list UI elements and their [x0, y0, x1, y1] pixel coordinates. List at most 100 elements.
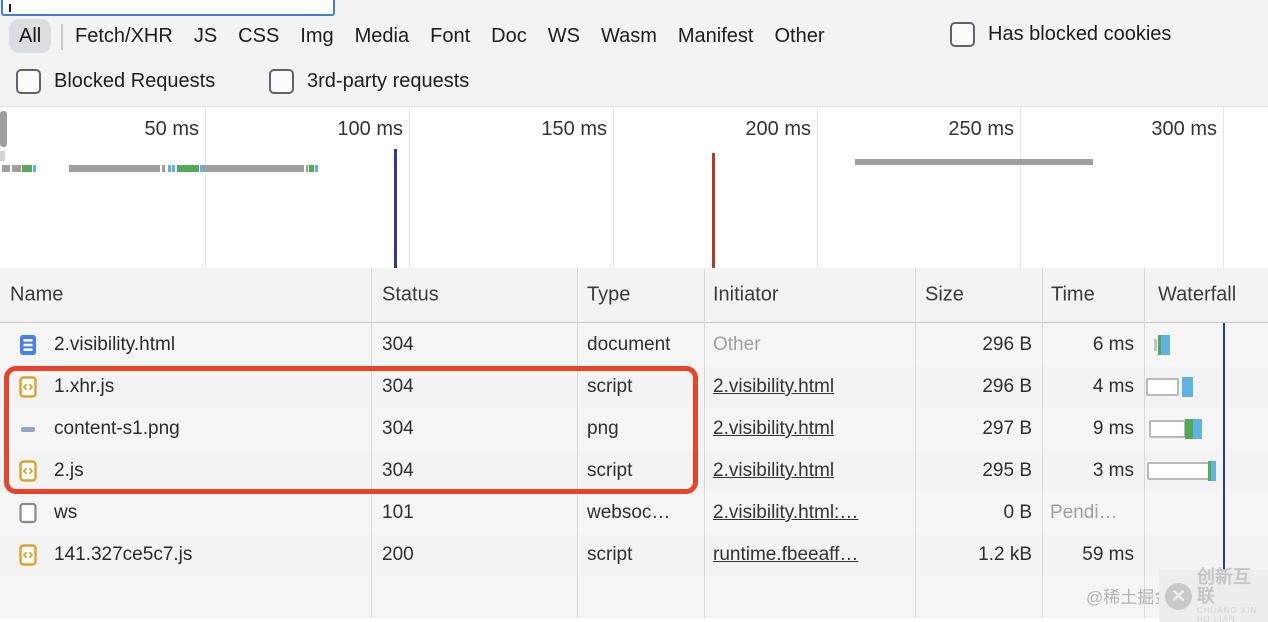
domcontentloaded-marker	[394, 149, 397, 268]
overview-drag-handle[interactable]	[0, 111, 7, 147]
filter-other[interactable]: Other	[774, 25, 824, 48]
filter-wasm[interactable]: Wasm	[601, 25, 657, 48]
empty-table-stripe	[0, 576, 1268, 618]
filter-font[interactable]: Font	[430, 25, 470, 48]
request-type: document	[587, 334, 670, 356]
network-activity-bar	[22, 165, 32, 172]
filter-css[interactable]: CSS	[238, 25, 279, 48]
table-row[interactable]: 2.visibility.html 304 document Other 296…	[0, 324, 1268, 366]
filter-all[interactable]: All	[9, 19, 51, 53]
table-header: Name Status Type Initiator Size Time Wat…	[0, 268, 1268, 323]
request-name: 141.327ce5c7.js	[54, 544, 192, 566]
filter-img[interactable]: Img	[300, 25, 333, 48]
network-activity-bar	[203, 165, 304, 172]
network-activity-bar	[306, 165, 308, 172]
network-activity-bar	[12, 165, 21, 172]
overview-drag-handle-small	[0, 151, 5, 161]
gridline-150ms	[613, 107, 614, 268]
websocket-icon	[19, 502, 37, 524]
gridline-250ms	[1020, 107, 1021, 268]
waterfall-dcl-line	[1223, 323, 1225, 576]
network-activity-bar	[315, 165, 318, 172]
script-icon	[19, 544, 37, 566]
has-blocked-cookies-checkbox[interactable]	[950, 22, 975, 47]
waterfall-bar	[1182, 377, 1193, 397]
request-size: 297 B	[915, 418, 1032, 440]
network-panel: All Fetch/XHR JS CSS Img Media Font Doc …	[0, 0, 1268, 622]
blocked-requests-group: Blocked Requests	[16, 69, 215, 94]
request-initiator: Other	[713, 334, 909, 356]
watermark-logo: ✕ 创新互联 CHUANG XIN HU LIAN	[1159, 570, 1268, 622]
tick-label: 300 ms	[1151, 118, 1217, 141]
overview-timeline[interactable]: 50 ms 100 ms 150 ms 200 ms 250 ms 300 ms	[0, 106, 1268, 269]
waterfall-bar	[1146, 378, 1179, 396]
gridline-50ms	[205, 107, 206, 268]
waterfall-bar	[1193, 419, 1202, 439]
column-header-time[interactable]: Time	[1051, 284, 1095, 307]
request-size: 0 B	[915, 502, 1032, 524]
request-initiator-link[interactable]: 2.visibility.html	[713, 418, 909, 440]
watermark-logo-icon: ✕	[1165, 583, 1192, 610]
request-time: 59 ms	[1050, 544, 1134, 566]
column-divider[interactable]	[1144, 268, 1145, 618]
filter-input[interactable]	[1, 0, 335, 16]
table-row[interactable]: ws 101 websoc… 2.visibility.html:… 0 B P…	[0, 492, 1268, 534]
third-party-requests-checkbox[interactable]	[269, 69, 294, 94]
waterfall-bar	[1211, 461, 1216, 481]
column-header-size[interactable]: Size	[925, 284, 964, 307]
text-caret	[9, 4, 11, 12]
network-activity-bar	[309, 165, 314, 172]
column-header-initiator[interactable]: Initiator	[713, 284, 779, 307]
request-type: websoc…	[587, 502, 670, 524]
filter-fetch-xhr[interactable]: Fetch/XHR	[75, 25, 173, 48]
network-activity-bar	[855, 159, 1093, 165]
request-initiator-link[interactable]: 2.visibility.html:…	[713, 502, 909, 524]
request-type: script	[587, 544, 632, 566]
column-header-waterfall[interactable]: Waterfall	[1158, 284, 1236, 307]
empty-table-area	[0, 618, 1268, 622]
column-header-type[interactable]: Type	[587, 284, 630, 307]
request-time: 9 ms	[1050, 418, 1134, 440]
request-name: 2.visibility.html	[54, 334, 175, 356]
filter-ws[interactable]: WS	[548, 25, 580, 48]
column-divider[interactable]	[1042, 268, 1043, 618]
request-time: 4 ms	[1050, 376, 1134, 398]
network-activity-bar	[33, 165, 36, 172]
document-icon	[19, 334, 37, 356]
filter-js[interactable]: JS	[194, 25, 217, 48]
tick-label: 100 ms	[337, 118, 403, 141]
tick-label: 250 ms	[948, 118, 1014, 141]
has-blocked-cookies-label: Has blocked cookies	[988, 23, 1171, 46]
waterfall-bar	[1147, 462, 1210, 480]
table-row[interactable]: 141.327ce5c7.js 200 script runtime.fbeea…	[0, 534, 1268, 576]
network-activity-bar	[162, 165, 165, 172]
has-blocked-cookies-group: Has blocked cookies	[950, 22, 1171, 47]
gridline-200ms	[817, 107, 818, 268]
network-activity-bar	[2, 165, 10, 172]
request-initiator-link[interactable]: 2.visibility.html	[713, 460, 909, 482]
filter-doc[interactable]: Doc	[491, 25, 527, 48]
waterfall-bar	[1185, 419, 1193, 439]
column-divider[interactable]	[915, 268, 916, 618]
filter-media[interactable]: Media	[355, 25, 409, 48]
blocked-requests-checkbox[interactable]	[16, 69, 41, 94]
request-initiator-link[interactable]: 2.visibility.html	[713, 376, 909, 398]
network-activity-bar	[168, 165, 171, 172]
column-header-name[interactable]: Name	[10, 284, 63, 307]
request-time: 3 ms	[1050, 460, 1134, 482]
gridline-300ms	[1223, 107, 1224, 268]
request-status: 200	[382, 544, 414, 566]
blocked-requests-label: Blocked Requests	[54, 70, 215, 93]
waterfall-bar	[1154, 339, 1157, 351]
request-name: ws	[54, 502, 77, 524]
network-activity-bar	[69, 165, 160, 172]
request-initiator-link[interactable]: runtime.fbeeaff…	[713, 544, 909, 566]
column-header-status[interactable]: Status	[382, 284, 439, 307]
request-size: 296 B	[915, 376, 1032, 398]
filter-manifest[interactable]: Manifest	[678, 25, 754, 48]
watermark-caption: CHUANG XIN HU LIAN	[1197, 606, 1268, 622]
column-divider[interactable]	[704, 268, 705, 618]
toolbar-divider	[61, 24, 63, 50]
tick-label: 150 ms	[541, 118, 607, 141]
request-size: 1.2 kB	[915, 544, 1032, 566]
